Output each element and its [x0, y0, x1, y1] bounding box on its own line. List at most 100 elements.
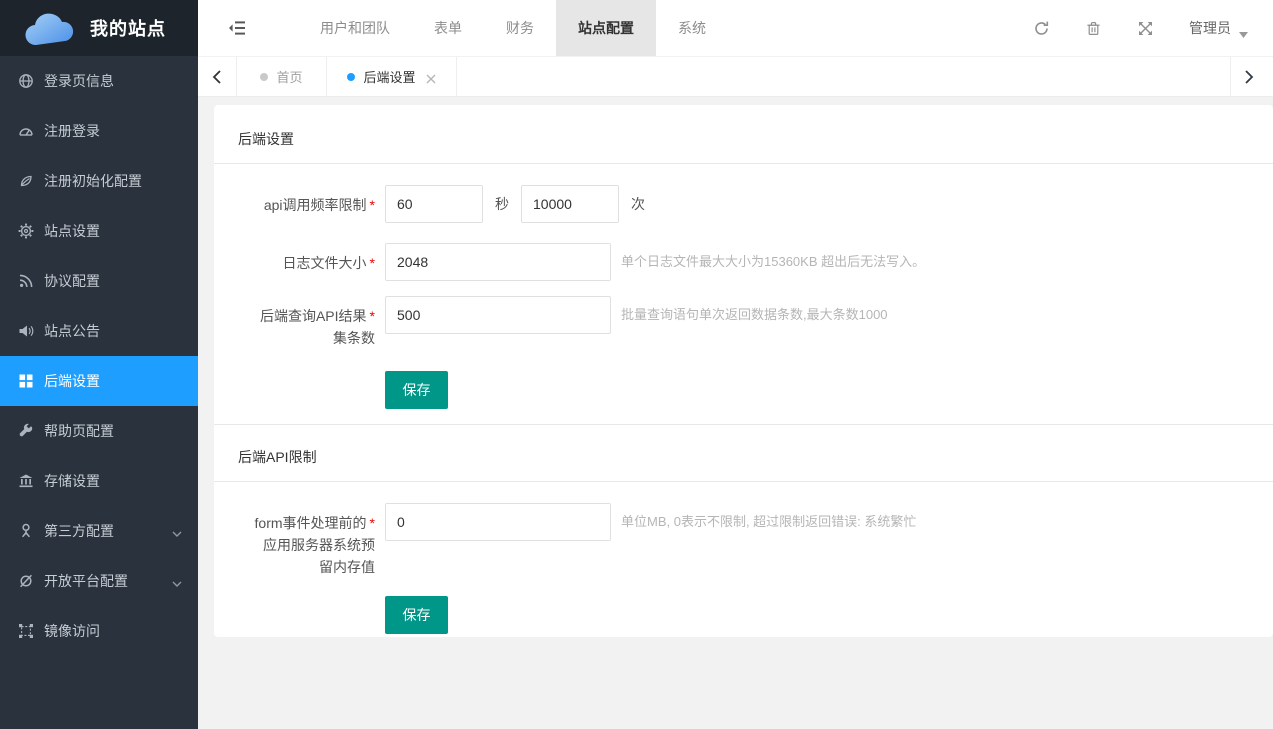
unit-label-times: 次: [631, 185, 645, 223]
backend-api-limit-form: form事件处理前的* 应用服务器系统预 留内存值 单位MB, 0表示不限制, …: [214, 482, 1273, 634]
tab-bar-spacer: [457, 57, 1230, 96]
grid-icon: [18, 373, 34, 389]
field-label: 日志文件大小*: [238, 243, 375, 281]
section-title: 后端API限制: [238, 447, 1249, 467]
sidebar-item-backend-settings[interactable]: 后端设置: [0, 356, 198, 406]
field-controls: 批量查询语句单次返回数据条数,最大条数1000: [375, 296, 888, 349]
app-window: 我的站点 登录页信息 注册登录: [0, 0, 1273, 729]
section-backend-settings-header: 后端设置: [214, 105, 1273, 164]
section-backend-api-limit-header: 后端API限制: [214, 424, 1273, 482]
sidebar-item-third-party-config[interactable]: 第三方配置: [0, 506, 198, 556]
sidebar-item-register-init-config[interactable]: 注册初始化配置: [0, 156, 198, 206]
field-controls: 单位MB, 0表示不限制, 超过限制返回错误: 系统繁忙: [375, 503, 916, 578]
bank-icon: [18, 473, 34, 489]
save-button[interactable]: 保存: [385, 596, 448, 634]
sidebar-item-label: 帮助页配置: [44, 421, 114, 441]
sidebar-item-label: 登录页信息: [44, 71, 114, 91]
field-hint: 单个日志文件最大大小为15360KB 超出后无法写入。: [621, 243, 925, 281]
sidebar-item-site-settings[interactable]: 站点设置: [0, 206, 198, 256]
save-button[interactable]: 保存: [385, 371, 448, 409]
nav-item-site-config[interactable]: 站点配置: [556, 0, 656, 56]
refresh-icon[interactable]: [1033, 20, 1050, 37]
save-row: 保存: [214, 371, 1273, 409]
nav-item-users-teams[interactable]: 用户和团队: [298, 0, 412, 56]
sidebar-item-open-platform-config[interactable]: 开放平台配置: [0, 556, 198, 606]
sidebar-item-label: 协议配置: [44, 271, 100, 291]
backend-settings-form: api调用频率限制* 秒 次 日志文件大小*: [214, 164, 1273, 409]
field-hint: 单位MB, 0表示不限制, 超过限制返回错误: 系统繁忙: [621, 503, 916, 541]
tab-status-dot: [347, 73, 355, 81]
leaf-icon: [18, 173, 34, 189]
sidebar-item-register-login[interactable]: 注册登录: [0, 106, 198, 156]
settings-card: 后端设置 api调用频率限制* 秒 次: [214, 105, 1273, 637]
tab-bar-end: [1266, 57, 1273, 96]
sidebar-item-label: 第三方配置: [44, 521, 114, 541]
reserved-memory-input[interactable]: [385, 503, 611, 541]
field-hint: 批量查询语句单次返回数据条数,最大条数1000: [621, 296, 888, 334]
field-label: form事件处理前的* 应用服务器系统预 留内存值: [238, 503, 375, 578]
sidebar-item-storage-settings[interactable]: 存储设置: [0, 456, 198, 506]
dashboard-icon: [18, 123, 34, 139]
user-name: 管理员: [1189, 18, 1231, 38]
sidebar-collapse-icon[interactable]: [228, 18, 248, 38]
tab-close-icon[interactable]: [426, 72, 436, 82]
sidebar: 我的站点 登录页信息 注册登录: [0, 0, 198, 729]
sidebar-item-label: 站点公告: [44, 321, 100, 341]
field-label: api调用频率限制*: [238, 185, 375, 223]
sidebar-item-label: 注册登录: [44, 121, 100, 141]
main-area: 用户和团队 表单 财务 站点配置 系统: [198, 0, 1273, 729]
person-icon: [18, 523, 34, 539]
tabs-scroll-right-button[interactable]: [1230, 57, 1266, 96]
form-row-log-file-size: 日志文件大小* 单个日志文件最大大小为15360KB 超出后无法写入。: [214, 243, 1273, 281]
top-menu: 用户和团队 表单 财务 站点配置 系统: [298, 0, 728, 56]
field-controls: 单个日志文件最大大小为15360KB 超出后无法写入。: [375, 243, 925, 281]
speaker-icon: [18, 323, 34, 339]
tab-backend-settings[interactable]: 后端设置: [327, 57, 457, 96]
tab-label: 首页: [276, 67, 302, 86]
unit-label-seconds: 秒: [495, 185, 509, 223]
nav-item-label: 站点配置: [578, 18, 634, 38]
nav-item-label: 用户和团队: [320, 18, 390, 38]
field-label: 后端查询API结果* 集条数: [238, 296, 375, 349]
chevron-down-icon: [172, 576, 182, 586]
top-navbar: 用户和团队 表单 财务 站点配置 系统: [198, 0, 1273, 57]
chevron-down-icon: [172, 526, 182, 536]
sidebar-item-label: 注册初始化配置: [44, 171, 142, 191]
form-row-query-result-limit: 后端查询API结果* 集条数 批量查询语句单次返回数据条数,最大条数1000: [214, 296, 1273, 349]
page-content: 后端设置 api调用频率限制* 秒 次: [198, 97, 1273, 729]
sidebar-item-login-page-info[interactable]: 登录页信息: [0, 56, 198, 106]
sidebar-item-mirror-access[interactable]: 镜像访问: [0, 606, 198, 656]
tab-home[interactable]: 首页: [237, 57, 327, 96]
mirror-icon: [18, 623, 34, 639]
api-rate-seconds-input[interactable]: [385, 185, 483, 223]
rss-icon: [18, 273, 34, 289]
query-result-limit-input[interactable]: [385, 296, 611, 334]
nav-item-label: 表单: [434, 18, 462, 38]
circle-slash-icon: [18, 573, 34, 589]
sidebar-item-help-page-config[interactable]: 帮助页配置: [0, 406, 198, 456]
sidebar-item-label: 镜像访问: [44, 621, 100, 641]
form-row-reserved-memory: form事件处理前的* 应用服务器系统预 留内存值 单位MB, 0表示不限制, …: [214, 503, 1273, 578]
nav-item-system[interactable]: 系统: [656, 0, 728, 56]
header-actions: 管理员: [1033, 18, 1273, 38]
nav-item-finance[interactable]: 财务: [484, 0, 556, 56]
sidebar-item-protocol-config[interactable]: 协议配置: [0, 256, 198, 306]
log-file-size-input[interactable]: [385, 243, 611, 281]
sidebar-item-label: 站点设置: [44, 221, 100, 241]
nav-item-forms[interactable]: 表单: [412, 0, 484, 56]
tabs-scroll-left-button[interactable]: [198, 57, 237, 96]
sidebar-item-label: 存储设置: [44, 471, 100, 491]
sidebar-item-site-announcement[interactable]: 站点公告: [0, 306, 198, 356]
sidebar-item-label: 开放平台配置: [44, 571, 128, 591]
tab-label: 后端设置: [363, 67, 415, 86]
user-menu[interactable]: 管理员: [1189, 18, 1248, 38]
site-title: 我的站点: [90, 15, 166, 41]
trash-icon[interactable]: [1085, 20, 1102, 37]
fullscreen-icon[interactable]: [1137, 20, 1154, 37]
api-rate-count-input[interactable]: [521, 185, 619, 223]
form-row-api-rate-limit: api调用频率限制* 秒 次: [214, 185, 1273, 223]
site-logo[interactable]: 我的站点: [0, 0, 198, 56]
sidebar-item-label: 后端设置: [44, 371, 100, 391]
section-title: 后端设置: [238, 129, 1249, 149]
cloud-logo-icon: [22, 9, 78, 47]
